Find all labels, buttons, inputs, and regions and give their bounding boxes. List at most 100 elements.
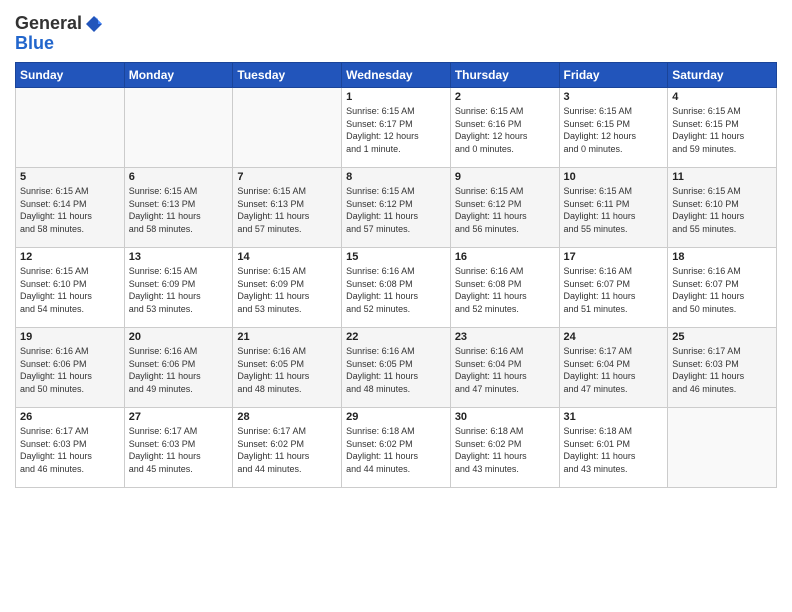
calendar-cell: 1 Sunrise: 6:15 AM Sunset: 6:17 PM Daylig… — [342, 88, 451, 168]
cell-info: Sunrise: 6:17 AM Sunset: 6:03 PM Dayligh… — [672, 345, 772, 395]
calendar-table: SundayMondayTuesdayWednesdayThursdayFrid… — [15, 62, 777, 488]
day-number: 8 — [346, 171, 446, 183]
day-number: 7 — [237, 171, 337, 183]
day-number: 28 — [237, 411, 337, 423]
calendar-cell: 8Sunrise: 6:15 AM Sunset: 6:12 PM Daylig… — [342, 168, 451, 248]
header-cell-sunday: Sunday — [16, 63, 125, 88]
calendar-cell: 2Sunrise: 6:15 AM Sunset: 6:16 PM Daylig… — [450, 88, 559, 168]
calendar-cell: 30Sunrise: 6:18 AM Sunset: 6:02 PM Dayli… — [450, 408, 559, 488]
calendar-cell: 16 Sunrise: 6:16 AM Sunset: 6:08 PM Dayli… — [450, 248, 559, 328]
cell-info: Sunrise: 6:16 AM Sunset: 6:07 PM Dayligh… — [564, 265, 664, 315]
calendar-cell: 3Sunrise: 6:15 AM Sunset: 6:15 PM Daylig… — [559, 88, 668, 168]
day-number: 20 — [129, 331, 229, 343]
day-number: 26 — [20, 411, 120, 423]
calendar-cell: 10 Sunrise: 6:15 AM Sunset: 6:11 PM Dayli… — [559, 168, 668, 248]
calendar-cell: 19 Sunrise: 6:16 AM Sunset: 6:06 PM Dayli… — [16, 328, 125, 408]
header-row: SundayMondayTuesdayWednesdayThursdayFrid… — [16, 63, 777, 88]
day-number: 17 — [564, 251, 664, 263]
calendar-cell: 4 Sunrise: 6:15 AM Sunset: 6:15 PM Daylig… — [668, 88, 777, 168]
day-number: 2 — [455, 91, 555, 103]
header-cell-saturday: Saturday — [668, 63, 777, 88]
calendar-cell: 14 Sunrise: 6:15 AM Sunset: 6:09 PM Dayli… — [233, 248, 342, 328]
calendar-cell: 6 Sunrise: 6:15 AM Sunset: 6:13 PM Daylig… — [124, 168, 233, 248]
cell-info: Sunrise: 6:16 AM Sunset: 6:08 PM Dayligh… — [455, 265, 555, 315]
week-row-4: 19 Sunrise: 6:16 AM Sunset: 6:06 PM Dayli… — [16, 328, 777, 408]
cell-info: Sunrise: 6:16 AM Sunset: 6:06 PM Dayligh… — [20, 345, 120, 395]
calendar-cell: 13 Sunrise: 6:15 AM Sunset: 6:09 PM Dayli… — [124, 248, 233, 328]
calendar-cell: 24 Sunrise: 6:17 AM Sunset: 6:04 PM Dayli… — [559, 328, 668, 408]
day-number: 27 — [129, 411, 229, 423]
cell-info: Sunrise: 6:15 AM Sunset: 6:09 PM Dayligh… — [237, 265, 337, 315]
calendar-cell: 20Sunrise: 6:16 AM Sunset: 6:06 PM Dayli… — [124, 328, 233, 408]
cell-info: Sunrise: 6:15 AM Sunset: 6:15 PM Dayligh… — [672, 105, 772, 155]
day-number: 1 — [346, 91, 446, 103]
day-number: 13 — [129, 251, 229, 263]
calendar-cell: 22Sunrise: 6:16 AM Sunset: 6:05 PM Dayli… — [342, 328, 451, 408]
header-cell-wednesday: Wednesday — [342, 63, 451, 88]
day-number: 21 — [237, 331, 337, 343]
calendar-cell: 27 Sunrise: 6:17 AM Sunset: 6:03 PM Dayli… — [124, 408, 233, 488]
day-number: 3 — [564, 91, 664, 103]
calendar-cell: 15 Sunrise: 6:16 AM Sunset: 6:08 PM Dayli… — [342, 248, 451, 328]
calendar-cell: 7 Sunrise: 6:15 AM Sunset: 6:13 PM Daylig… — [233, 168, 342, 248]
logo-general-text: General — [15, 13, 82, 33]
day-number: 19 — [20, 331, 120, 343]
calendar-cell: 28 Sunrise: 6:17 AM Sunset: 6:02 PM Dayli… — [233, 408, 342, 488]
cell-info: Sunrise: 6:15 AM Sunset: 6:13 PM Dayligh… — [237, 185, 337, 235]
cell-info: Sunrise: 6:17 AM Sunset: 6:02 PM Dayligh… — [237, 425, 337, 475]
cell-info: Sunrise: 6:18 AM Sunset: 6:02 PM Dayligh… — [346, 425, 446, 475]
day-number: 24 — [564, 331, 664, 343]
cell-info: Sunrise: 6:15 AM Sunset: 6:10 PM Dayligh… — [20, 265, 120, 315]
calendar-cell: 23Sunrise: 6:16 AM Sunset: 6:04 PM Dayli… — [450, 328, 559, 408]
calendar-cell: 9 Sunrise: 6:15 AM Sunset: 6:12 PM Daylig… — [450, 168, 559, 248]
calendar-cell: 12Sunrise: 6:15 AM Sunset: 6:10 PM Dayli… — [16, 248, 125, 328]
week-row-2: 5 Sunrise: 6:15 AM Sunset: 6:14 PM Daylig… — [16, 168, 777, 248]
logo-icon — [84, 14, 104, 34]
cell-info: Sunrise: 6:15 AM Sunset: 6:10 PM Dayligh… — [672, 185, 772, 235]
day-number: 9 — [455, 171, 555, 183]
cell-info: Sunrise: 6:17 AM Sunset: 6:04 PM Dayligh… — [564, 345, 664, 395]
calendar-cell: 5 Sunrise: 6:15 AM Sunset: 6:14 PM Daylig… — [16, 168, 125, 248]
calendar-cell — [668, 408, 777, 488]
cell-info: Sunrise: 6:16 AM Sunset: 6:05 PM Dayligh… — [346, 345, 446, 395]
cell-info: Sunrise: 6:15 AM Sunset: 6:12 PM Dayligh… — [455, 185, 555, 235]
logo: General Blue — [15, 14, 104, 54]
header-cell-monday: Monday — [124, 63, 233, 88]
day-number: 14 — [237, 251, 337, 263]
day-number: 11 — [672, 171, 772, 183]
day-number: 6 — [129, 171, 229, 183]
day-number: 10 — [564, 171, 664, 183]
cell-info: Sunrise: 6:17 AM Sunset: 6:03 PM Dayligh… — [20, 425, 120, 475]
day-number: 5 — [20, 171, 120, 183]
header-cell-thursday: Thursday — [450, 63, 559, 88]
header: General Blue — [15, 10, 777, 54]
week-row-1: 1 Sunrise: 6:15 AM Sunset: 6:17 PM Daylig… — [16, 88, 777, 168]
calendar-cell: 31Sunrise: 6:18 AM Sunset: 6:01 PM Dayli… — [559, 408, 668, 488]
calendar-cell: 25 Sunrise: 6:17 AM Sunset: 6:03 PM Dayli… — [668, 328, 777, 408]
day-number: 18 — [672, 251, 772, 263]
header-cell-friday: Friday — [559, 63, 668, 88]
cell-info: Sunrise: 6:16 AM Sunset: 6:05 PM Dayligh… — [237, 345, 337, 395]
page-container: General Blue SundayMondayTuesdayWednesda… — [0, 0, 792, 612]
cell-info: Sunrise: 6:16 AM Sunset: 6:07 PM Dayligh… — [672, 265, 772, 315]
cell-info: Sunrise: 6:17 AM Sunset: 6:03 PM Dayligh… — [129, 425, 229, 475]
calendar-cell: 26 Sunrise: 6:17 AM Sunset: 6:03 PM Dayli… — [16, 408, 125, 488]
cell-info: Sunrise: 6:15 AM Sunset: 6:17 PM Dayligh… — [346, 105, 446, 155]
cell-info: Sunrise: 6:15 AM Sunset: 6:11 PM Dayligh… — [564, 185, 664, 235]
calendar-cell — [124, 88, 233, 168]
cell-info: Sunrise: 6:15 AM Sunset: 6:09 PM Dayligh… — [129, 265, 229, 315]
week-row-5: 26 Sunrise: 6:17 AM Sunset: 6:03 PM Dayli… — [16, 408, 777, 488]
cell-info: Sunrise: 6:15 AM Sunset: 6:14 PM Dayligh… — [20, 185, 120, 235]
cell-info: Sunrise: 6:15 AM Sunset: 6:13 PM Dayligh… — [129, 185, 229, 235]
cell-info: Sunrise: 6:18 AM Sunset: 6:01 PM Dayligh… — [564, 425, 664, 475]
day-number: 16 — [455, 251, 555, 263]
day-number: 23 — [455, 331, 555, 343]
day-number: 29 — [346, 411, 446, 423]
calendar-cell — [233, 88, 342, 168]
day-number: 15 — [346, 251, 446, 263]
day-number: 4 — [672, 91, 772, 103]
calendar-cell: 29 Sunrise: 6:18 AM Sunset: 6:02 PM Dayli… — [342, 408, 451, 488]
calendar-cell: 11 Sunrise: 6:15 AM Sunset: 6:10 PM Dayli… — [668, 168, 777, 248]
cell-info: Sunrise: 6:16 AM Sunset: 6:08 PM Dayligh… — [346, 265, 446, 315]
day-number: 25 — [672, 331, 772, 343]
